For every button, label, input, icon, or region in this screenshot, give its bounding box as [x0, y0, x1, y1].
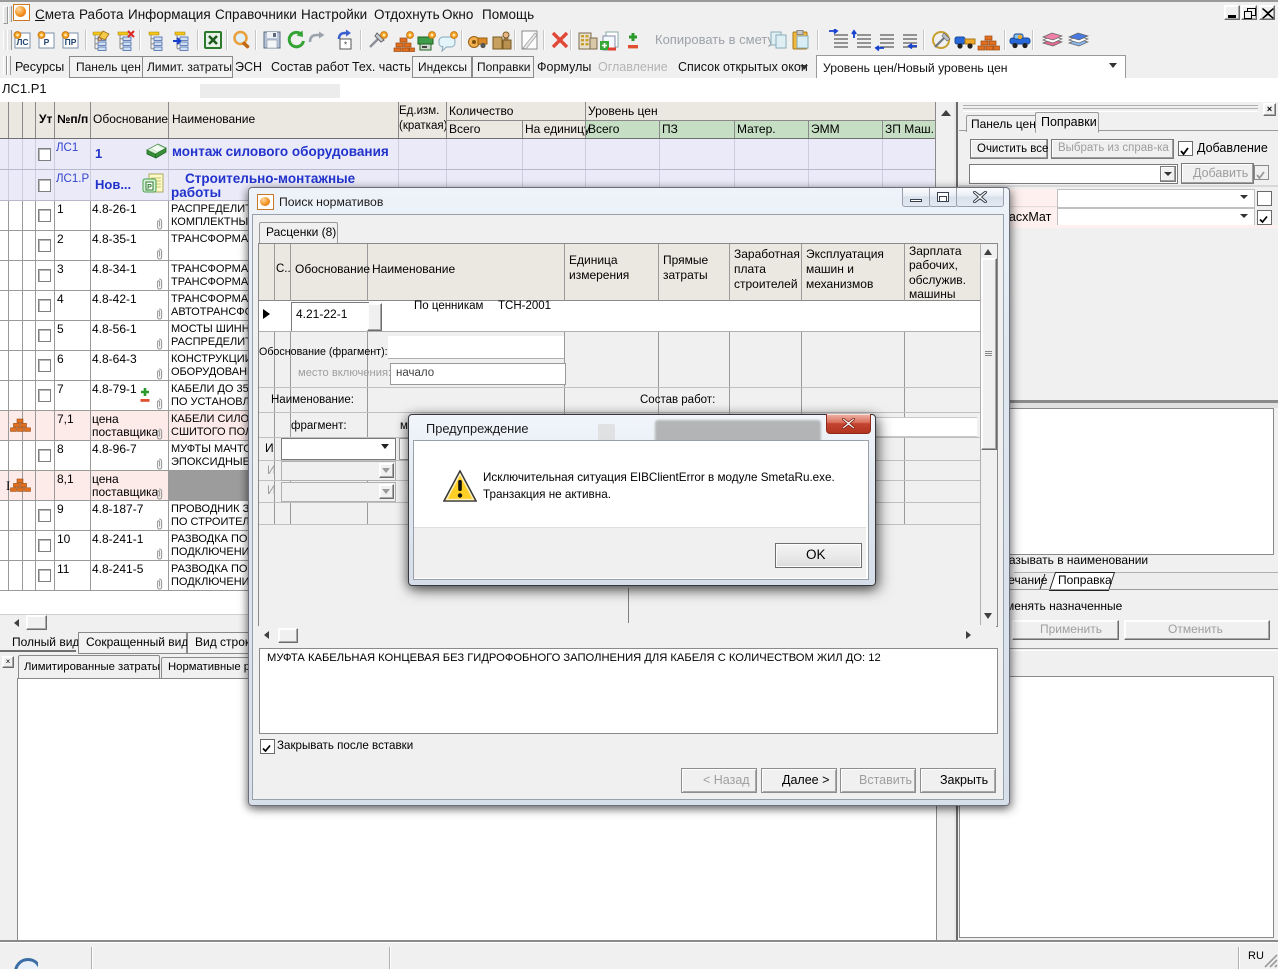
svg-text:Р: Р	[44, 37, 50, 47]
svg-text:*: *	[344, 41, 347, 50]
svg-text:P: P	[147, 184, 152, 191]
